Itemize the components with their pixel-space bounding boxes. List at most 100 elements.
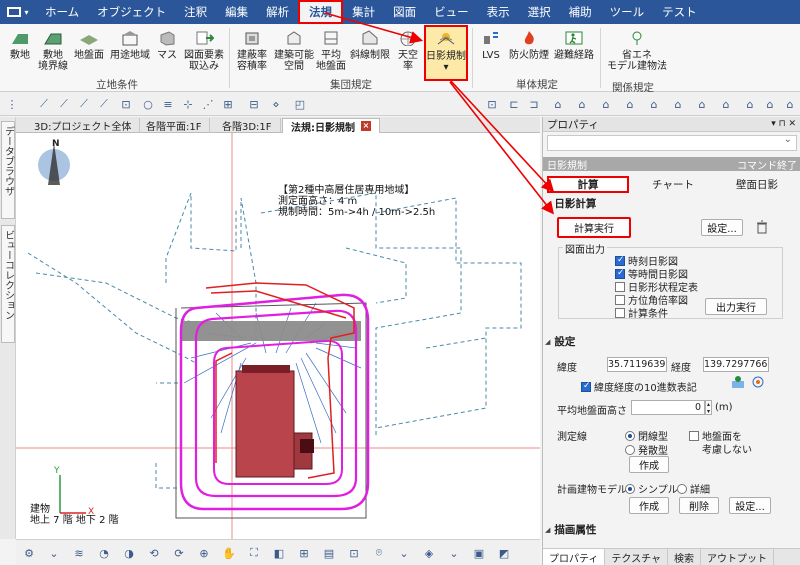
view-tool-icon[interactable]: ◧ <box>272 546 286 560</box>
menu-tab-edit[interactable]: 編集 <box>216 0 257 24</box>
buildable-space-button[interactable]: 建築可能 空間 <box>274 28 314 76</box>
view-tool-icon[interactable]: ⛶ <box>247 546 261 560</box>
toolbar-tool-icon[interactable]: ⋄ <box>268 96 284 112</box>
checkbox-icon[interactable] <box>689 430 699 441</box>
view-tool-icon[interactable]: ⟳ <box>172 546 186 560</box>
doc-tab-plan-1f[interactable]: 各階平面:1F <box>138 118 211 133</box>
view-tool-icon[interactable]: ⊞ <box>297 546 311 560</box>
section-shadow-calc[interactable]: 日影計算 <box>545 197 799 210</box>
toolbar-tool-icon[interactable]: ⌂ <box>670 96 686 112</box>
view-tool-icon[interactable]: ⌄ <box>397 546 411 560</box>
view-tool-icon[interactable]: ◩ <box>497 546 511 560</box>
menu-tab-display[interactable]: 表示 <box>478 0 519 24</box>
bottom-tab-properties[interactable]: プロパティ <box>543 549 606 565</box>
view-tool-icon[interactable]: ◔ <box>97 546 111 560</box>
radio-icon[interactable] <box>625 444 635 455</box>
view-tool-icon[interactable]: ◈ <box>422 546 436 560</box>
site-button[interactable]: 敷地 <box>6 28 34 76</box>
menu-tab-tools[interactable]: ツール <box>601 0 654 24</box>
run-calc-button[interactable]: 計算実行 <box>557 217 631 238</box>
toolbar-tool-icon[interactable]: ⊡ <box>484 96 500 112</box>
longitude-input[interactable]: 139.7297766 <box>703 357 769 372</box>
menu-tab-home[interactable]: ホーム <box>36 0 88 24</box>
locate-icon[interactable] <box>751 375 765 389</box>
toolbar-tool-icon[interactable]: ⟋ <box>56 96 72 112</box>
toolbar-tool-icon[interactable]: ⌂ <box>742 96 758 112</box>
checkbox-icon[interactable] <box>615 307 625 318</box>
view-tool-icon[interactable]: ◑ <box>122 546 136 560</box>
view-tool-icon[interactable]: ⌄ <box>447 546 461 560</box>
menu-tab-view[interactable]: ビュー <box>425 0 478 24</box>
toolbar-tool-icon[interactable]: ⌂ <box>598 96 614 112</box>
lvs-button[interactable]: LVS <box>476 28 506 76</box>
view-tool-icon[interactable]: ⟲ <box>147 546 161 560</box>
toolbar-tool-icon[interactable]: ⌂ <box>574 96 590 112</box>
create-measure-line-button[interactable]: 作成 <box>629 456 669 473</box>
radio-closed-type[interactable]: 閉線型 <box>625 428 668 443</box>
radio-icon[interactable] <box>625 483 635 494</box>
checkbox-icon[interactable] <box>615 268 625 279</box>
site-boundary-button[interactable]: 敷地 境界線 <box>36 28 70 76</box>
ground-surface-button[interactable]: 地盤面 <box>72 28 106 76</box>
toolbar-tool-icon[interactable]: ⊞ <box>220 96 236 112</box>
drawing-canvas[interactable]: N 【第2種中高層住居専用地域】 測定面高さ：4 m 規制時間：5m->4h /… <box>16 133 540 539</box>
checkbox-icon[interactable] <box>615 255 625 266</box>
panel-tab-calc[interactable]: 計算 <box>547 176 629 193</box>
tab-view-collection[interactable]: ビューコレクション <box>1 225 15 343</box>
map-pin-icon[interactable] <box>731 375 745 389</box>
toolbar-tool-icon[interactable]: ⊐ <box>526 96 542 112</box>
run-output-button[interactable]: 出力実行 <box>705 298 767 315</box>
shadow-regulation-button[interactable]: 日影規制 ▾ <box>424 25 468 81</box>
view-tool-icon[interactable]: ⊕ <box>197 546 211 560</box>
doc-tab-3d-1f[interactable]: 各階3D:1F <box>214 118 281 133</box>
view-tool-icon[interactable]: ≋ <box>72 546 86 560</box>
energy-model-button[interactable]: 省エネ モデル建物法 <box>604 28 670 76</box>
spinner-arrows-icon[interactable]: ▴ ▾ <box>705 400 712 415</box>
menu-tab-regulations[interactable]: 法規 <box>298 0 344 24</box>
toolbar-tool-icon[interactable]: ⌂ <box>646 96 662 112</box>
doc-tab-shadow-regulation[interactable]: 法規:日影規制 × <box>282 118 380 134</box>
checkbox-icon[interactable] <box>581 381 591 392</box>
sky-factor-button[interactable]: 天空率 <box>394 28 422 76</box>
section-settings[interactable]: 設定 <box>545 335 799 348</box>
create-model-button[interactable]: 作成 <box>629 497 669 514</box>
view-tool-icon[interactable]: ⚙ <box>22 546 36 560</box>
menu-tab-drawing[interactable]: 図面 <box>384 0 425 24</box>
checkbox-icon[interactable] <box>615 294 625 305</box>
delete-model-button[interactable]: 削除 <box>679 497 719 514</box>
trash-icon[interactable] <box>755 220 769 234</box>
radio-detail[interactable]: 詳細 <box>677 481 710 496</box>
calc-settings-button[interactable]: 設定... <box>701 219 743 236</box>
evacuation-route-button[interactable]: 避難経路 <box>552 28 596 76</box>
toolbar-tool-icon[interactable]: ⌂ <box>622 96 638 112</box>
model-settings-button[interactable]: 設定... <box>729 497 771 514</box>
toolbar-tool-icon[interactable]: ⊡ <box>118 96 134 112</box>
menu-tab-select[interactable]: 選択 <box>519 0 560 24</box>
toolbar-tool-icon[interactable]: ⌂ <box>718 96 734 112</box>
radio-open-type[interactable]: 発散型 <box>625 442 668 457</box>
tab-data-browser[interactable]: データブラウザ <box>1 121 15 219</box>
import-drawing-button[interactable]: 図面要素 取込み <box>182 28 226 76</box>
menu-tab-test[interactable]: テスト <box>653 0 706 24</box>
toolbar-tool-icon[interactable]: ⌂ <box>762 96 778 112</box>
panel-tab-chart[interactable]: チャート <box>633 176 713 193</box>
menu-tab-annotation[interactable]: 注釈 <box>175 0 216 24</box>
bottom-tab-search[interactable]: 検索 <box>668 549 702 565</box>
view-tool-icon[interactable]: ⊡ <box>347 546 361 560</box>
mass-button[interactable]: マス <box>154 28 180 76</box>
toolbar-tool-icon[interactable]: ⊟ <box>246 96 262 112</box>
average-ground-button[interactable]: 平均 地盤面 <box>316 28 346 76</box>
radio-simple[interactable]: シンプル <box>625 481 678 496</box>
view-tool-icon[interactable]: ⌄ <box>47 546 61 560</box>
section-drawing-attributes[interactable]: 描画属性 <box>545 523 799 536</box>
view-tool-icon[interactable]: ▤ <box>322 546 336 560</box>
view-tool-icon[interactable]: ▣ <box>472 546 486 560</box>
toolbar-tool-icon[interactable]: ⌂ <box>550 96 566 112</box>
output-calc-conditions[interactable]: 計算条件 <box>615 305 668 320</box>
menu-tab-object[interactable]: オブジェクト <box>88 0 175 24</box>
bottom-tab-output[interactable]: アウトプット <box>701 549 775 565</box>
panel-tab-wall-shadow[interactable]: 壁面日影 <box>717 176 797 193</box>
panel-controls[interactable]: ▾ ⊓ ✕ <box>771 119 800 129</box>
toolbar-tool-icon[interactable]: ⌂ <box>782 96 798 112</box>
toolbar-tool-icon[interactable]: ◰ <box>292 96 308 112</box>
